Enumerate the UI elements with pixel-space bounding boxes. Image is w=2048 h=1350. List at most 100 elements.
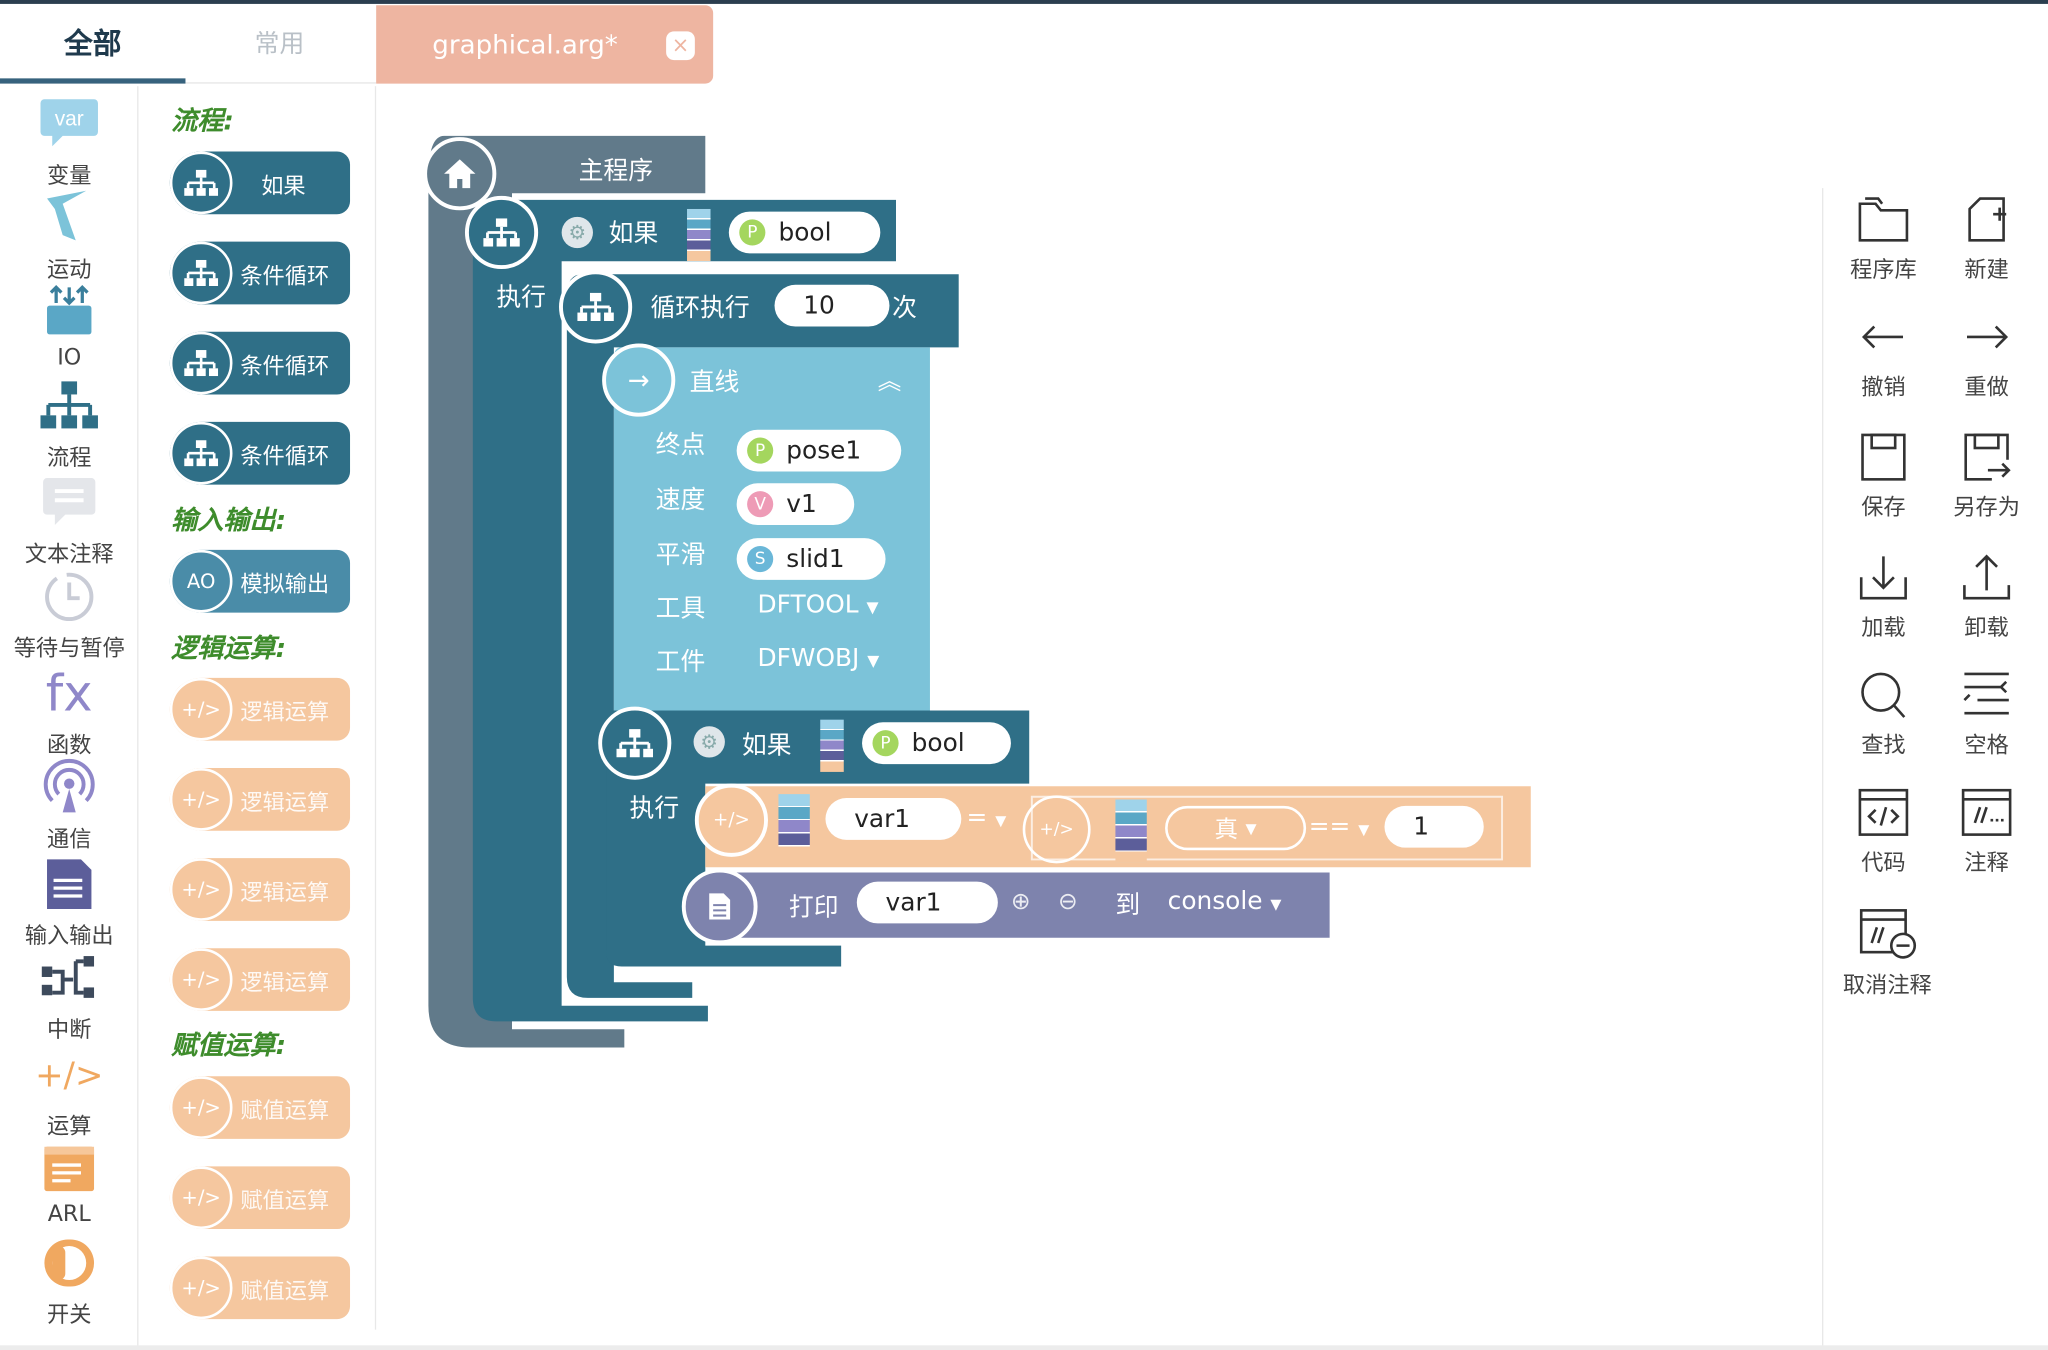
category-label: 输入输出 [24, 923, 114, 950]
exec-label: 执行 [629, 794, 680, 823]
palette-block-logic[interactable]: +/> 逻辑运算 [169, 767, 351, 831]
workspace[interactable]: 主程序 ⚙ 如果 Pbool 执行 循环执行 10 次 → 直线 ︽ 终点 Pp… [376, 84, 1822, 1346]
console-dropdown[interactable]: console ▼ [1168, 887, 1282, 916]
close-icon[interactable]: × [666, 31, 695, 61]
category-interrupt[interactable]: 中断 [0, 948, 138, 1044]
signal-icon [43, 758, 95, 813]
comment-icon [43, 478, 96, 526]
workobj-dropdown[interactable]: DFWOBJ ▼ [758, 644, 880, 673]
plus-circle-icon[interactable]: ⊕ [1011, 888, 1031, 915]
flow-icon [169, 421, 233, 485]
space-button[interactable]: 空格 [1934, 669, 2038, 759]
search-button[interactable]: 查找 [1831, 669, 1935, 759]
uncomment-button[interactable]: 取消注释 [1831, 906, 1943, 999]
value-input[interactable]: 1 [1384, 805, 1484, 848]
bottom-border [0, 1345, 2048, 1350]
category-wait[interactable]: 等待与暂停 [0, 567, 138, 662]
flow-icon [464, 195, 539, 270]
file-tab[interactable]: graphical.arg* × [376, 5, 714, 84]
category-flow[interactable]: 流程 [0, 376, 138, 472]
smooth-param[interactable]: Sslid1 [736, 538, 886, 580]
operation-icon: +/> [169, 767, 233, 831]
palette-block-while[interactable]: 条件循环 [169, 241, 351, 305]
comment-button[interactable]: 注释 [1934, 786, 2038, 876]
svg-text:+/>: +/> [37, 1056, 102, 1096]
category-io[interactable]: IO [0, 282, 138, 371]
redo-button[interactable]: 重做 [1934, 311, 2038, 401]
palette-block-logic[interactable]: +/> 逻辑运算 [169, 858, 351, 921]
palette-block-while[interactable]: 条件循环 [169, 421, 351, 485]
category-variable[interactable]: var 变量 [0, 94, 138, 189]
category-label: ARL [47, 1201, 91, 1228]
toolbar-label: 另存为 [1953, 495, 2020, 522]
param-badge: S [747, 545, 774, 573]
category-operation[interactable]: +/> 运算 [0, 1045, 138, 1141]
download-icon [1859, 556, 1907, 600]
tab-all[interactable]: 全部 [0, 4, 186, 84]
operator-dropdown[interactable]: = ▼ [967, 803, 1007, 832]
var-input[interactable]: var1 [825, 798, 962, 840]
collapse-icon[interactable]: ︽ [878, 363, 902, 397]
search-icon [1861, 672, 1906, 718]
code-button[interactable]: 代码 [1831, 786, 1935, 876]
print-var-input[interactable]: var1 [856, 881, 998, 924]
save-as-button[interactable]: 另存为 [1934, 431, 2038, 521]
boolean-dropdown[interactable]: 真 ▼ [1165, 805, 1307, 851]
type-selector[interactable] [778, 794, 810, 857]
section-title-flow: 流程: [171, 104, 234, 136]
endpoint-param[interactable]: Ppose1 [736, 429, 902, 472]
palette-block-if[interactable]: 如果 [169, 151, 351, 215]
palette-block-assign[interactable]: +/> 赋值运算 [169, 1076, 351, 1139]
loop-count-input[interactable]: 10 [774, 284, 890, 327]
palette-block-logic[interactable]: +/> 逻辑运算 [169, 948, 351, 1011]
category-switch[interactable]: 开关 [0, 1233, 138, 1328]
gear-icon[interactable]: ⚙ [693, 726, 725, 758]
tool-dropdown[interactable]: DFTOOL ▼ [758, 590, 879, 619]
operator-dropdown[interactable]: == ▼ [1309, 812, 1370, 841]
save-button[interactable]: 保存 [1831, 431, 1935, 521]
operation-icon: +/> [1022, 795, 1091, 864]
redo-icon [1967, 325, 2009, 349]
minus-circle-icon[interactable]: ⊖ [1058, 888, 1078, 915]
category-label: 函数 [47, 732, 92, 759]
palette-block-while[interactable]: 条件循环 [169, 331, 351, 395]
uncomment-icon [1859, 909, 1917, 959]
palette-block-assign[interactable]: +/> 赋值运算 [169, 1256, 351, 1320]
unload-button[interactable]: 卸载 [1934, 551, 2038, 641]
block-label: 条件循环 [240, 443, 330, 470]
palette-block-assign[interactable]: +/> 赋值运算 [169, 1166, 351, 1230]
category-comment[interactable]: 文本注释 [0, 473, 138, 568]
category-communication[interactable]: 通信 [0, 758, 138, 853]
speed-param[interactable]: Vv1 [736, 483, 855, 526]
category-motion[interactable]: 运动 [0, 188, 138, 283]
library-button[interactable]: 程序库 [1831, 193, 1935, 283]
toolbar-label: 取消注释 [1842, 973, 1932, 1000]
line-row-label: 工件 [655, 647, 706, 677]
load-button[interactable]: 加载 [1831, 551, 1935, 641]
gear-icon[interactable]: ⚙ [561, 216, 593, 249]
new-button[interactable]: 新建 [1934, 193, 2038, 283]
operator-value: == [1308, 812, 1351, 842]
toolbar-label: 注释 [1964, 850, 2009, 877]
operation-icon: +/> [169, 948, 233, 1011]
category-io-stream[interactable]: 输入输出 [0, 854, 138, 950]
undo-button[interactable]: 撤销 [1831, 311, 1935, 401]
bool-param[interactable]: Pbool [728, 211, 881, 254]
palette-tabs: 全部 常用 [0, 0, 377, 84]
block-label: 逻辑运算 [240, 969, 330, 996]
type-selector[interactable] [820, 719, 844, 772]
category-function[interactable]: fx 函数 [0, 664, 138, 759]
type-selector[interactable] [1115, 799, 1147, 863]
toolbar-label: 空格 [1964, 732, 2009, 759]
section-title-logic: 逻辑运算: [171, 632, 287, 664]
block-label: 逻辑运算 [240, 879, 330, 906]
palette-block-analog-output[interactable]: AO 模拟输出 [169, 549, 351, 613]
tab-common[interactable]: 常用 [187, 4, 372, 80]
type-selector[interactable] [687, 208, 711, 262]
bool-param[interactable]: Pbool [862, 722, 1011, 765]
category-arl[interactable]: ARL [0, 1139, 138, 1228]
palette-block-logic[interactable]: +/> 逻辑运算 [169, 677, 351, 741]
operation-icon: +/> [169, 1166, 233, 1230]
param-badge: P [872, 730, 899, 757]
arl-icon [44, 1146, 95, 1192]
